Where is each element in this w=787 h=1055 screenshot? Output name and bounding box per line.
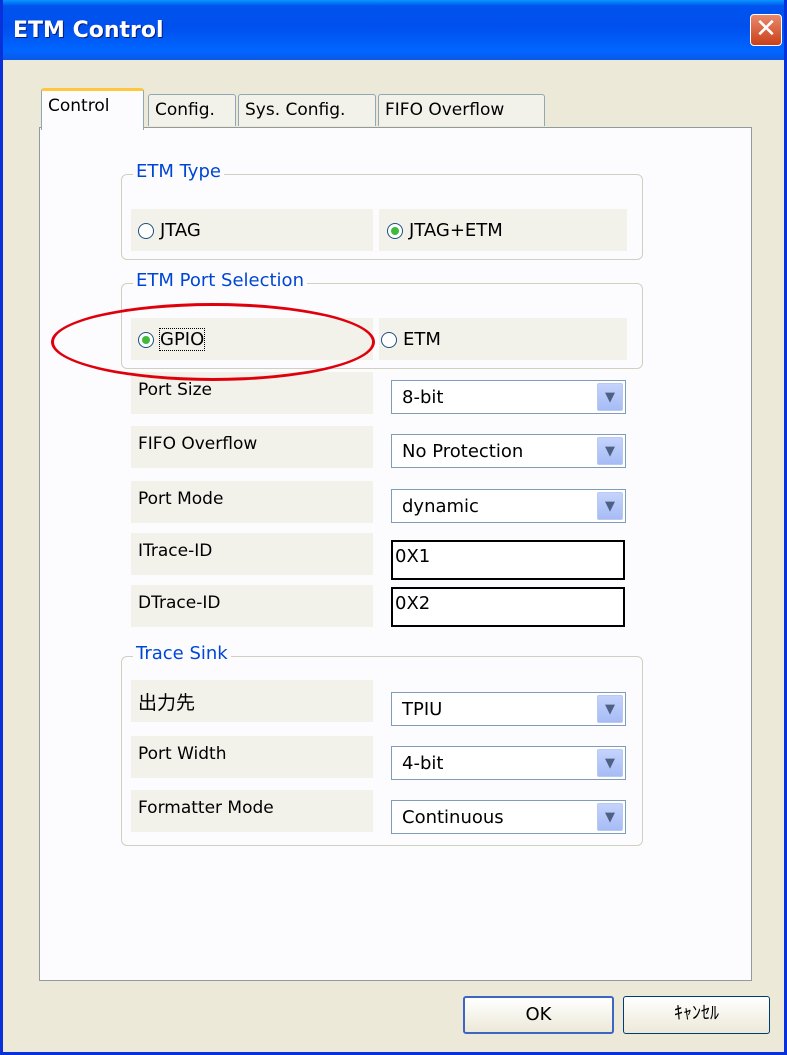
dtrace-id-label: DTrace-ID xyxy=(138,593,221,613)
output-label: 出力先 xyxy=(138,692,196,714)
output-value: TPIU xyxy=(402,699,443,720)
tab-config[interactable]: Config. xyxy=(148,94,236,126)
chevron-down-icon[interactable]: ▼ xyxy=(597,749,623,777)
radio-jtag-etm-label: JTAG+ETM xyxy=(409,220,503,241)
port-mode-label: Port Mode xyxy=(138,489,224,509)
port-size-label: Port Size xyxy=(138,380,213,400)
etm-type-label: ETM Type xyxy=(133,161,224,182)
itrace-id-label: ITrace-ID xyxy=(138,541,213,561)
close-icon[interactable]: ✕ xyxy=(750,14,782,46)
port-width-label: Port Width xyxy=(138,744,227,764)
formatter-mode-label: Formatter Mode xyxy=(138,798,274,818)
port-mode-value: dynamic xyxy=(402,496,479,517)
radio-etm[interactable]: ETM xyxy=(381,329,441,350)
radio-checked-icon xyxy=(387,222,403,239)
tab-sys-config[interactable]: Sys. Config. xyxy=(238,94,376,126)
radio-jtag-label: JTAG xyxy=(160,220,201,241)
ok-button[interactable]: OK xyxy=(463,996,614,1034)
radio-jtag-etm[interactable]: JTAG+ETM xyxy=(387,220,503,241)
title-bar[interactable]: ETM Control ✕ xyxy=(3,0,784,60)
chevron-down-icon[interactable]: ▼ xyxy=(597,383,623,411)
chevron-down-icon[interactable]: ▼ xyxy=(597,695,623,723)
formatter-mode-select[interactable]: Continuous ▼ xyxy=(391,800,626,834)
fifo-overflow-label: FIFO Overflow xyxy=(138,434,258,454)
fifo-overflow-value: No Protection xyxy=(402,441,524,462)
radio-etm-label: ETM xyxy=(403,329,441,350)
chevron-down-icon[interactable]: ▼ xyxy=(597,492,623,520)
port-width-value: 4-bit xyxy=(402,753,444,774)
tab-control[interactable]: Control xyxy=(41,88,144,130)
output-select[interactable]: TPIU ▼ xyxy=(391,692,626,726)
chevron-down-icon[interactable]: ▼ xyxy=(597,437,623,465)
itrace-id-field[interactable]: 0X1 xyxy=(391,540,625,580)
fifo-overflow-select[interactable]: No Protection ▼ xyxy=(391,434,626,468)
dtrace-id-field[interactable]: 0X2 xyxy=(391,587,625,627)
formatter-mode-value: Continuous xyxy=(402,807,504,828)
port-size-value: 8-bit xyxy=(402,387,444,408)
etm-port-selection-label: ETM Port Selection xyxy=(133,270,307,291)
etm-control-dialog: ETM Control ✕ Control Config. Sys. Confi… xyxy=(0,0,787,1055)
window-title: ETM Control xyxy=(13,18,164,43)
highlight-ellipse xyxy=(51,303,375,381)
tab-fifo-overflow[interactable]: FIFO Overflow xyxy=(378,94,545,126)
radio-unchecked-icon xyxy=(138,222,154,239)
port-width-select[interactable]: 4-bit ▼ xyxy=(391,746,626,780)
cancel-button[interactable]: ｷｬﾝｾﾙ xyxy=(623,996,770,1034)
radio-unchecked-icon xyxy=(381,331,397,348)
port-size-select[interactable]: 8-bit ▼ xyxy=(391,380,626,414)
trace-sink-label: Trace Sink xyxy=(133,643,231,664)
port-mode-select[interactable]: dynamic ▼ xyxy=(391,489,626,523)
radio-jtag[interactable]: JTAG xyxy=(138,220,201,241)
chevron-down-icon[interactable]: ▼ xyxy=(597,803,623,831)
